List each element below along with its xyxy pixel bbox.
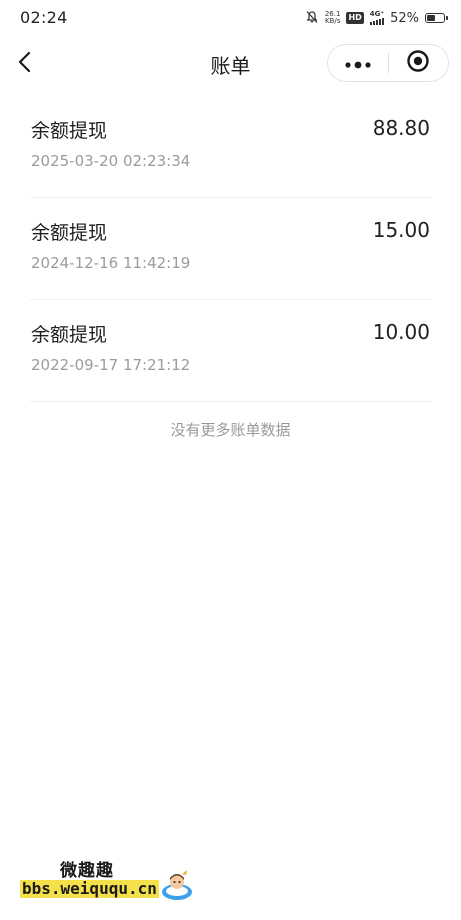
status-bar: 02:24 26.1 KB/s HD 4G⁺ 52% [0, 0, 461, 36]
network-speed: 26.1 KB/s [325, 11, 341, 25]
bill-time: 2025-03-20 02:23:34 [31, 152, 191, 170]
list-item[interactable]: 余额提现 15.00 2024-12-16 11:42:19 [30, 198, 432, 300]
bill-time: 2024-12-16 11:42:19 [31, 254, 191, 272]
target-circle-icon [406, 49, 430, 77]
miniprogram-capsule [327, 44, 449, 82]
battery-percent: 52% [390, 10, 419, 26]
bill-type: 余额提现 [31, 120, 108, 142]
mascot-icon [160, 868, 194, 902]
mute-bell-icon [305, 9, 319, 28]
signal-icon: 4G⁺ [369, 10, 385, 25]
bill-list: 余额提现 88.80 2025-03-20 02:23:34 余额提现 15.0… [30, 96, 432, 402]
network-type: 4G⁺ [369, 10, 385, 18]
more-button[interactable] [328, 45, 388, 81]
bill-type: 余额提现 [31, 324, 108, 346]
bill-amount: 10.00 [372, 320, 430, 344]
list-item[interactable]: 余额提现 10.00 2022-09-17 17:21:12 [30, 300, 432, 402]
bill-type: 余额提现 [31, 222, 108, 244]
list-item[interactable]: 余额提现 88.80 2025-03-20 02:23:34 [30, 96, 432, 198]
navigation-bar: 账单 [0, 40, 461, 88]
battery-icon [425, 13, 448, 23]
watermark-logo: 微趣趣 bbs.weiququ.cn [20, 856, 200, 906]
watermark-url: bbs.weiququ.cn [20, 879, 159, 898]
network-speed-unit: KB/s [324, 17, 341, 25]
close-miniprogram-button[interactable] [388, 45, 448, 81]
bill-amount: 15.00 [372, 218, 430, 242]
status-time: 02:24 [20, 8, 68, 27]
watermark-top-text: 微趣趣 [60, 861, 114, 881]
bill-time: 2022-09-17 17:21:12 [31, 356, 191, 374]
bill-amount: 88.80 [372, 116, 430, 140]
more-dots-icon [345, 54, 371, 73]
no-more-data-text: 没有更多账单数据 [170, 421, 291, 439]
status-icons: 26.1 KB/s HD 4G⁺ 52% [305, 9, 448, 28]
hd-badge: HD [346, 12, 364, 24]
